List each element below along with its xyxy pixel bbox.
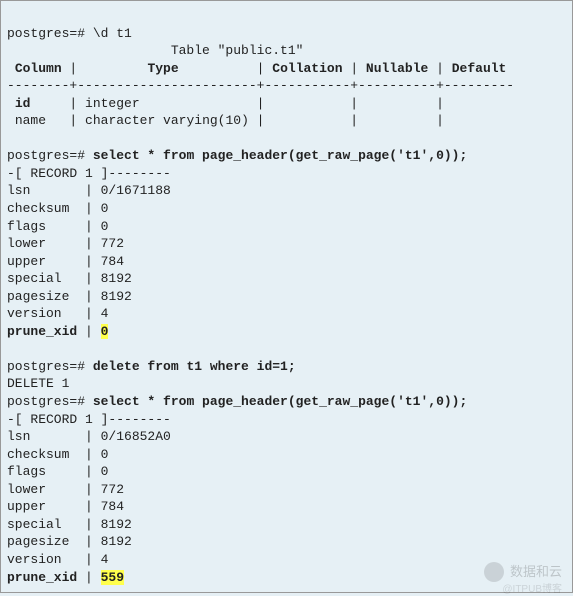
- lbl-lsn: lsn: [7, 429, 30, 444]
- col-name-name: name: [15, 113, 46, 128]
- val-upper2: 784: [101, 499, 124, 514]
- val-lsn2: 0/16852A0: [101, 429, 171, 444]
- val-special1: 8192: [101, 271, 132, 286]
- terminal-output: postgres=# \d t1 Table "public.t1" Colum…: [7, 7, 566, 586]
- val-flags1: 0: [101, 219, 109, 234]
- val-lower2: 772: [101, 482, 124, 497]
- record-header: -[ RECORD 1 ]--------: [7, 412, 171, 427]
- val-prunexid2: 559: [101, 570, 124, 585]
- prompt: postgres=#: [7, 394, 85, 409]
- lbl-prunexid: prune_xid: [7, 570, 77, 585]
- lbl-version: version: [7, 306, 62, 321]
- cmd-select1: select * from page_header(get_raw_page('…: [93, 148, 467, 163]
- cmd-delete: delete from t1 where id=1;: [93, 359, 296, 374]
- val-pagesize2: 8192: [101, 534, 132, 549]
- table-title: Table "public.t1": [171, 43, 304, 58]
- lbl-flags: flags: [7, 464, 46, 479]
- watermark-text: 数据和云: [510, 563, 562, 581]
- lbl-upper: upper: [7, 254, 46, 269]
- lbl-version: version: [7, 552, 62, 567]
- wechat-icon: [484, 562, 504, 582]
- val-checksum1: 0: [101, 201, 109, 216]
- hdr-collation: Collation: [272, 61, 342, 76]
- header-rule: --------+-----------------------+-------…: [7, 78, 514, 93]
- hdr-type: Type: [147, 61, 178, 76]
- val-version2: 4: [101, 552, 109, 567]
- lbl-prunexid: prune_xid: [7, 324, 77, 339]
- cmd-select2: select * from page_header(get_raw_page('…: [93, 394, 467, 409]
- lbl-lower: lower: [7, 482, 46, 497]
- lbl-checksum: checksum: [7, 201, 69, 216]
- val-pagesize1: 8192: [101, 289, 132, 304]
- val-prunexid1: 0: [101, 324, 109, 339]
- lbl-pagesize: pagesize: [7, 289, 69, 304]
- val-checksum2: 0: [101, 447, 109, 462]
- val-version1: 4: [101, 306, 109, 321]
- prompt: postgres=#: [7, 148, 85, 163]
- cmd-describe: \d t1: [93, 26, 132, 41]
- val-lsn1: 0/1671188: [101, 183, 171, 198]
- prompt: postgres=#: [7, 26, 85, 41]
- lbl-checksum: checksum: [7, 447, 69, 462]
- lbl-pagesize: pagesize: [7, 534, 69, 549]
- col-id-type: integer: [85, 96, 140, 111]
- lbl-special: special: [7, 271, 62, 286]
- watermark: 数据和云: [484, 562, 562, 582]
- hdr-column: Column: [15, 61, 62, 76]
- lbl-special: special: [7, 517, 62, 532]
- prompt: postgres=#: [7, 359, 85, 374]
- lbl-lower: lower: [7, 236, 46, 251]
- watermark-sub: @ITPUB博客: [502, 583, 562, 596]
- col-name-type: character varying(10): [85, 113, 249, 128]
- val-upper1: 784: [101, 254, 124, 269]
- lbl-flags: flags: [7, 219, 46, 234]
- lbl-upper: upper: [7, 499, 46, 514]
- record-header: -[ RECORD 1 ]--------: [7, 166, 171, 181]
- val-flags2: 0: [101, 464, 109, 479]
- hdr-nullable: Nullable: [366, 61, 428, 76]
- col-id-name: id: [15, 96, 31, 111]
- hdr-default: Default: [452, 61, 507, 76]
- val-lower1: 772: [101, 236, 124, 251]
- delete-result: DELETE 1: [7, 376, 69, 391]
- lbl-lsn: lsn: [7, 183, 30, 198]
- val-special2: 8192: [101, 517, 132, 532]
